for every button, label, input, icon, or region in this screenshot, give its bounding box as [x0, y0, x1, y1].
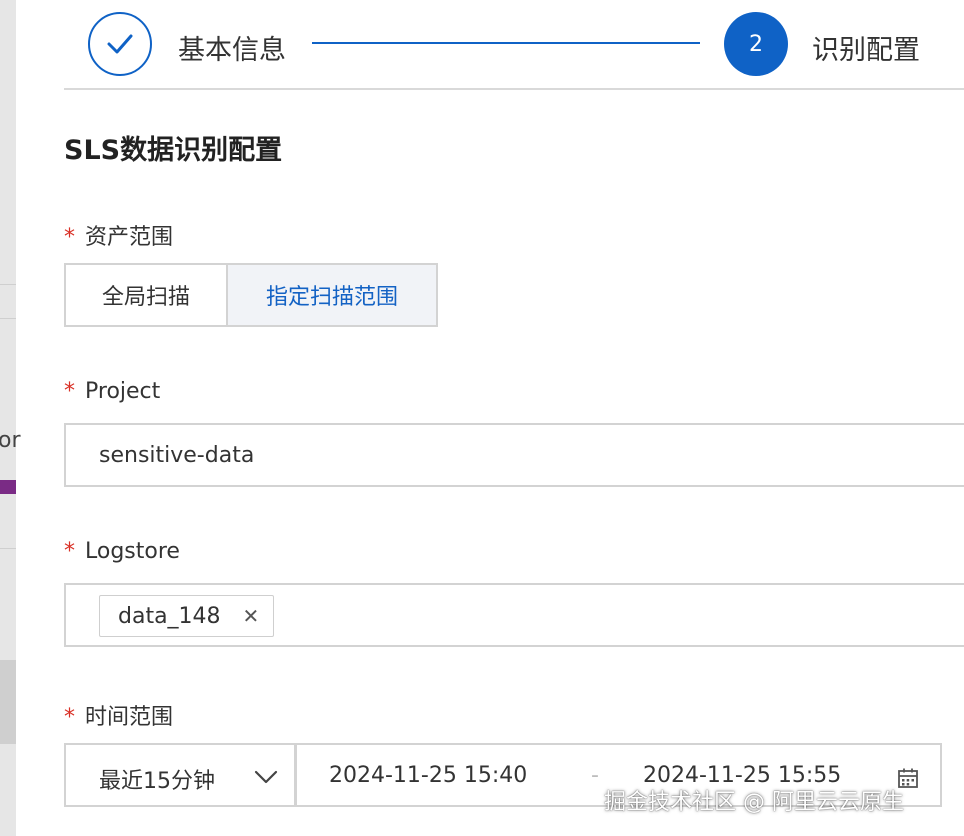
- step-indicator: 基本信息 2 识别配置: [64, 0, 964, 90]
- global-scan-button[interactable]: 全局扫描: [66, 265, 228, 325]
- project-label-text: Project: [85, 379, 161, 404]
- background-accent-bar: [0, 480, 16, 494]
- required-mark: *: [64, 705, 75, 730]
- required-mark: *: [64, 379, 75, 404]
- watermark: 掘金技术社区 @ 阿里云云原生: [604, 790, 904, 815]
- background-row: [0, 660, 16, 744]
- check-icon: [107, 34, 133, 54]
- asset-scope-label: * 资产范围: [64, 219, 173, 251]
- time-preset-select[interactable]: 最近15分钟: [64, 743, 296, 807]
- time-range-label: * 时间范围: [64, 699, 173, 731]
- time-range-label-text: 时间范围: [85, 705, 174, 730]
- divider: [0, 318, 16, 319]
- asset-scope-toggle: 全局扫描 指定扫描范围: [64, 263, 438, 327]
- divider: [0, 284, 16, 285]
- project-select[interactable]: sensitive-data: [64, 423, 964, 487]
- chevron-down-icon: [254, 770, 278, 784]
- step-2-label: 识别配置: [812, 35, 920, 66]
- project-value: sensitive-data: [99, 443, 255, 468]
- logstore-tag-label: data_148: [118, 603, 221, 629]
- start-time: 2024-11-25 15:40: [329, 763, 528, 788]
- required-mark: *: [64, 539, 75, 564]
- logstore-label: * Logstore: [64, 539, 180, 564]
- background-text-fragment: or: [0, 428, 21, 453]
- logstore-select[interactable]: data_148 ✕: [64, 583, 964, 647]
- time-preset-value: 最近15分钟: [99, 769, 215, 794]
- step-1-circle[interactable]: [88, 12, 152, 76]
- logstore-label-text: Logstore: [85, 539, 180, 564]
- section-title: SLS数据识别配置: [64, 135, 283, 166]
- step-1-label: 基本信息: [178, 35, 286, 66]
- close-icon[interactable]: ✕: [243, 606, 260, 626]
- project-label: * Project: [64, 379, 160, 404]
- required-mark: *: [64, 225, 75, 250]
- specified-scope-button[interactable]: 指定扫描范围: [228, 265, 436, 325]
- logstore-tag: data_148 ✕: [99, 595, 275, 637]
- range-separator: -: [591, 763, 599, 788]
- step-connector: [312, 42, 700, 44]
- background-panel: or: [0, 0, 21, 836]
- step-2-circle: 2: [724, 12, 788, 76]
- asset-scope-label-text: 资产范围: [85, 225, 174, 250]
- divider: [0, 548, 16, 549]
